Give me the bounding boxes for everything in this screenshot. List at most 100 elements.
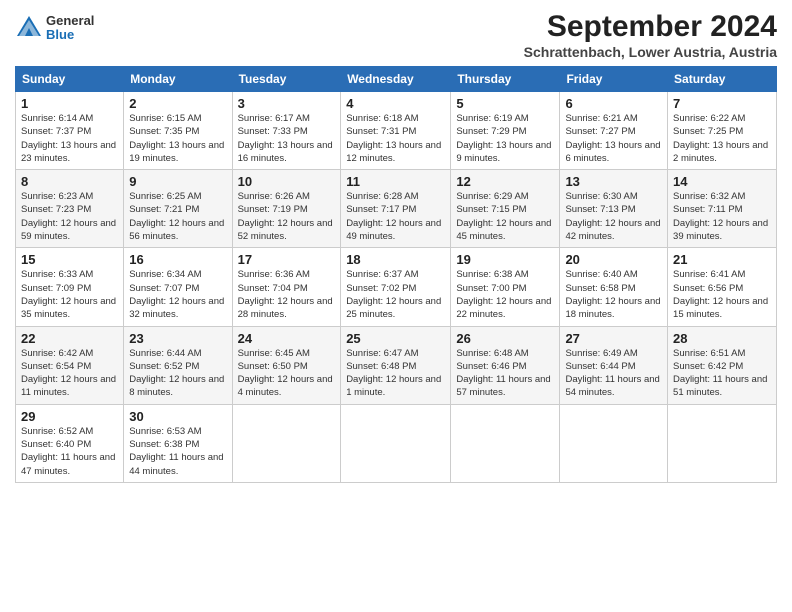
day-info: Sunrise: 6:32 AM Sunset: 7:11 PM Dayligh… bbox=[673, 190, 771, 243]
day-number: 6 bbox=[565, 96, 662, 111]
day-info: Sunrise: 6:23 AM Sunset: 7:23 PM Dayligh… bbox=[21, 190, 118, 243]
logo-general-text: General bbox=[46, 14, 94, 28]
table-row: 27Sunrise: 6:49 AM Sunset: 6:44 PM Dayli… bbox=[560, 326, 668, 404]
day-info: Sunrise: 6:36 AM Sunset: 7:04 PM Dayligh… bbox=[238, 268, 336, 321]
table-row: 18Sunrise: 6:37 AM Sunset: 7:02 PM Dayli… bbox=[341, 248, 451, 326]
day-info: Sunrise: 6:15 AM Sunset: 7:35 PM Dayligh… bbox=[129, 112, 226, 165]
day-number: 12 bbox=[456, 174, 554, 189]
calendar-week-row: 1Sunrise: 6:14 AM Sunset: 7:37 PM Daylig… bbox=[16, 92, 777, 170]
day-number: 7 bbox=[673, 96, 771, 111]
day-info: Sunrise: 6:42 AM Sunset: 6:54 PM Dayligh… bbox=[21, 347, 118, 400]
day-info: Sunrise: 6:30 AM Sunset: 7:13 PM Dayligh… bbox=[565, 190, 662, 243]
day-info: Sunrise: 6:21 AM Sunset: 7:27 PM Dayligh… bbox=[565, 112, 662, 165]
day-info: Sunrise: 6:29 AM Sunset: 7:15 PM Dayligh… bbox=[456, 190, 554, 243]
day-number: 24 bbox=[238, 331, 336, 346]
day-number: 16 bbox=[129, 252, 226, 267]
table-row: 21Sunrise: 6:41 AM Sunset: 6:56 PM Dayli… bbox=[668, 248, 777, 326]
day-info: Sunrise: 6:48 AM Sunset: 6:46 PM Dayligh… bbox=[456, 347, 554, 400]
table-row: 19Sunrise: 6:38 AM Sunset: 7:00 PM Dayli… bbox=[451, 248, 560, 326]
day-info: Sunrise: 6:51 AM Sunset: 6:42 PM Dayligh… bbox=[673, 347, 771, 400]
day-number: 10 bbox=[238, 174, 336, 189]
day-info: Sunrise: 6:17 AM Sunset: 7:33 PM Dayligh… bbox=[238, 112, 336, 165]
day-info: Sunrise: 6:45 AM Sunset: 6:50 PM Dayligh… bbox=[238, 347, 336, 400]
day-info: Sunrise: 6:40 AM Sunset: 6:58 PM Dayligh… bbox=[565, 268, 662, 321]
table-row: 3Sunrise: 6:17 AM Sunset: 7:33 PM Daylig… bbox=[232, 92, 341, 170]
table-row bbox=[560, 404, 668, 482]
day-info: Sunrise: 6:34 AM Sunset: 7:07 PM Dayligh… bbox=[129, 268, 226, 321]
table-row: 30Sunrise: 6:53 AM Sunset: 6:38 PM Dayli… bbox=[124, 404, 232, 482]
col-tuesday: Tuesday bbox=[232, 67, 341, 92]
day-number: 20 bbox=[565, 252, 662, 267]
table-row: 20Sunrise: 6:40 AM Sunset: 6:58 PM Dayli… bbox=[560, 248, 668, 326]
day-info: Sunrise: 6:33 AM Sunset: 7:09 PM Dayligh… bbox=[21, 268, 118, 321]
day-number: 14 bbox=[673, 174, 771, 189]
day-number: 28 bbox=[673, 331, 771, 346]
day-number: 9 bbox=[129, 174, 226, 189]
table-row bbox=[232, 404, 341, 482]
table-row: 13Sunrise: 6:30 AM Sunset: 7:13 PM Dayli… bbox=[560, 170, 668, 248]
table-row bbox=[668, 404, 777, 482]
table-row: 28Sunrise: 6:51 AM Sunset: 6:42 PM Dayli… bbox=[668, 326, 777, 404]
day-number: 21 bbox=[673, 252, 771, 267]
table-row: 16Sunrise: 6:34 AM Sunset: 7:07 PM Dayli… bbox=[124, 248, 232, 326]
table-row: 14Sunrise: 6:32 AM Sunset: 7:11 PM Dayli… bbox=[668, 170, 777, 248]
day-number: 8 bbox=[21, 174, 118, 189]
table-row: 8Sunrise: 6:23 AM Sunset: 7:23 PM Daylig… bbox=[16, 170, 124, 248]
page-container: General Blue September 2024 Schrattenbac… bbox=[0, 0, 792, 488]
day-number: 30 bbox=[129, 409, 226, 424]
table-row: 12Sunrise: 6:29 AM Sunset: 7:15 PM Dayli… bbox=[451, 170, 560, 248]
day-number: 2 bbox=[129, 96, 226, 111]
day-number: 27 bbox=[565, 331, 662, 346]
day-info: Sunrise: 6:38 AM Sunset: 7:00 PM Dayligh… bbox=[456, 268, 554, 321]
table-row: 17Sunrise: 6:36 AM Sunset: 7:04 PM Dayli… bbox=[232, 248, 341, 326]
day-number: 13 bbox=[565, 174, 662, 189]
day-info: Sunrise: 6:53 AM Sunset: 6:38 PM Dayligh… bbox=[129, 425, 226, 478]
table-row: 11Sunrise: 6:28 AM Sunset: 7:17 PM Dayli… bbox=[341, 170, 451, 248]
subtitle: Schrattenbach, Lower Austria, Austria bbox=[524, 44, 777, 60]
table-row: 7Sunrise: 6:22 AM Sunset: 7:25 PM Daylig… bbox=[668, 92, 777, 170]
day-info: Sunrise: 6:19 AM Sunset: 7:29 PM Dayligh… bbox=[456, 112, 554, 165]
col-thursday: Thursday bbox=[451, 67, 560, 92]
day-number: 29 bbox=[21, 409, 118, 424]
table-row: 10Sunrise: 6:26 AM Sunset: 7:19 PM Dayli… bbox=[232, 170, 341, 248]
table-row: 23Sunrise: 6:44 AM Sunset: 6:52 PM Dayli… bbox=[124, 326, 232, 404]
day-info: Sunrise: 6:25 AM Sunset: 7:21 PM Dayligh… bbox=[129, 190, 226, 243]
day-number: 3 bbox=[238, 96, 336, 111]
table-row: 29Sunrise: 6:52 AM Sunset: 6:40 PM Dayli… bbox=[16, 404, 124, 482]
day-info: Sunrise: 6:52 AM Sunset: 6:40 PM Dayligh… bbox=[21, 425, 118, 478]
day-info: Sunrise: 6:28 AM Sunset: 7:17 PM Dayligh… bbox=[346, 190, 445, 243]
day-info: Sunrise: 6:37 AM Sunset: 7:02 PM Dayligh… bbox=[346, 268, 445, 321]
day-number: 25 bbox=[346, 331, 445, 346]
day-number: 18 bbox=[346, 252, 445, 267]
main-title: September 2024 bbox=[524, 10, 777, 44]
table-row: 5Sunrise: 6:19 AM Sunset: 7:29 PM Daylig… bbox=[451, 92, 560, 170]
day-number: 17 bbox=[238, 252, 336, 267]
day-number: 22 bbox=[21, 331, 118, 346]
table-row: 1Sunrise: 6:14 AM Sunset: 7:37 PM Daylig… bbox=[16, 92, 124, 170]
day-info: Sunrise: 6:14 AM Sunset: 7:37 PM Dayligh… bbox=[21, 112, 118, 165]
day-info: Sunrise: 6:44 AM Sunset: 6:52 PM Dayligh… bbox=[129, 347, 226, 400]
calendar-table: Sunday Monday Tuesday Wednesday Thursday… bbox=[15, 66, 777, 483]
day-info: Sunrise: 6:41 AM Sunset: 6:56 PM Dayligh… bbox=[673, 268, 771, 321]
day-number: 11 bbox=[346, 174, 445, 189]
day-number: 1 bbox=[21, 96, 118, 111]
day-info: Sunrise: 6:22 AM Sunset: 7:25 PM Dayligh… bbox=[673, 112, 771, 165]
title-block: September 2024 Schrattenbach, Lower Aust… bbox=[524, 10, 777, 60]
table-row: 4Sunrise: 6:18 AM Sunset: 7:31 PM Daylig… bbox=[341, 92, 451, 170]
col-friday: Friday bbox=[560, 67, 668, 92]
calendar-week-row: 22Sunrise: 6:42 AM Sunset: 6:54 PM Dayli… bbox=[16, 326, 777, 404]
day-info: Sunrise: 6:47 AM Sunset: 6:48 PM Dayligh… bbox=[346, 347, 445, 400]
table-row: 6Sunrise: 6:21 AM Sunset: 7:27 PM Daylig… bbox=[560, 92, 668, 170]
calendar-week-row: 15Sunrise: 6:33 AM Sunset: 7:09 PM Dayli… bbox=[16, 248, 777, 326]
logo-text: General Blue bbox=[46, 14, 94, 43]
table-row: 25Sunrise: 6:47 AM Sunset: 6:48 PM Dayli… bbox=[341, 326, 451, 404]
logo-icon bbox=[15, 14, 43, 42]
day-info: Sunrise: 6:49 AM Sunset: 6:44 PM Dayligh… bbox=[565, 347, 662, 400]
day-number: 26 bbox=[456, 331, 554, 346]
table-row: 2Sunrise: 6:15 AM Sunset: 7:35 PM Daylig… bbox=[124, 92, 232, 170]
day-number: 5 bbox=[456, 96, 554, 111]
day-number: 4 bbox=[346, 96, 445, 111]
header: General Blue September 2024 Schrattenbac… bbox=[15, 10, 777, 60]
day-number: 19 bbox=[456, 252, 554, 267]
day-info: Sunrise: 6:26 AM Sunset: 7:19 PM Dayligh… bbox=[238, 190, 336, 243]
